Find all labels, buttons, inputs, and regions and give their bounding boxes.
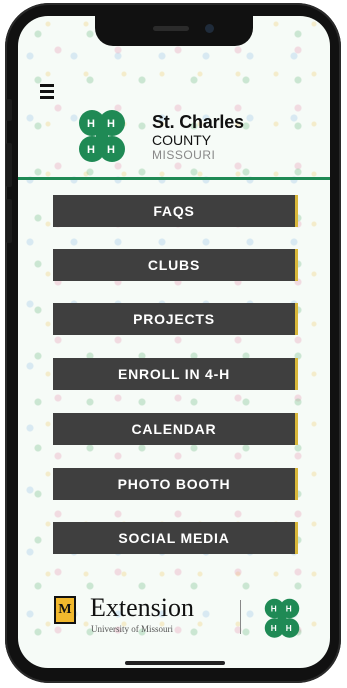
clover-logo-icon: HH HH: [79, 110, 125, 162]
menu-icon[interactable]: [40, 84, 54, 102]
svg-text:H: H: [87, 144, 95, 156]
svg-text:H: H: [271, 605, 277, 614]
mute-switch: [6, 99, 12, 121]
header-divider: [18, 177, 330, 180]
front-camera: [205, 24, 214, 33]
nav-button-faqs[interactable]: FAQS: [53, 195, 298, 227]
svg-text:H: H: [286, 624, 292, 633]
home-indicator[interactable]: [125, 661, 225, 665]
clover-small-icon: HH HH: [264, 598, 300, 638]
svg-text:H: H: [271, 624, 277, 633]
nav-button-projects[interactable]: PROJECTS: [53, 303, 298, 335]
org-title: St. Charles: [152, 112, 244, 132]
extension-wordmark: Extension: [90, 593, 194, 622]
org-subtitle: COUNTY: [152, 132, 212, 148]
notch: [95, 16, 253, 46]
footer-logos: M Extension University of Missouri HH HH: [18, 590, 330, 650]
svg-text:H: H: [107, 118, 115, 130]
svg-text:H: H: [107, 144, 115, 156]
nav-button-clubs[interactable]: CLUBS: [53, 249, 298, 281]
nav-button-calendar[interactable]: CALENDAR: [53, 413, 298, 445]
nav-button-photo-booth[interactable]: PHOTO BOOTH: [53, 468, 298, 500]
svg-text:H: H: [286, 605, 292, 614]
org-brand: St. Charles COUNTY MISSOURI: [152, 112, 244, 162]
speaker: [153, 26, 189, 31]
extension-subtitle: University of Missouri: [91, 624, 173, 634]
org-state: MISSOURI: [152, 148, 216, 162]
footer-divider: [240, 600, 241, 634]
nav-button-social-media[interactable]: SOCIAL MEDIA: [53, 522, 298, 554]
volume-down-button: [6, 199, 12, 243]
svg-text:H: H: [87, 118, 95, 130]
nav-button-enroll[interactable]: ENROLL IN 4-H: [53, 358, 298, 390]
volume-up-button: [6, 143, 12, 187]
mu-logo-icon: M: [54, 596, 76, 624]
